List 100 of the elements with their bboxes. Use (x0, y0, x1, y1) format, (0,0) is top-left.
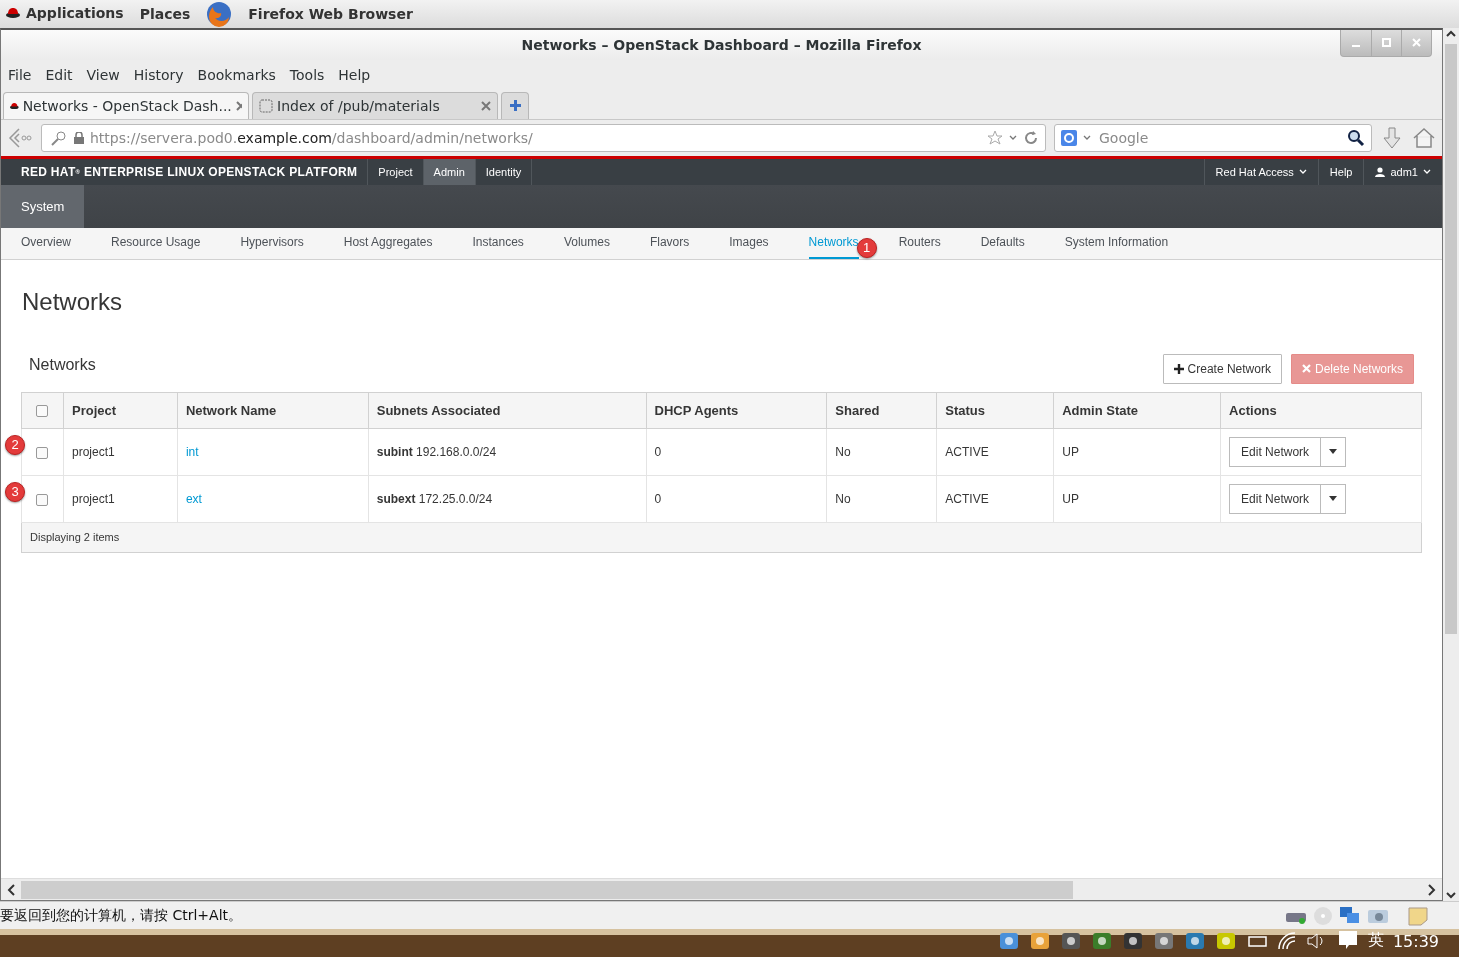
nav-tab[interactable]: Volumes (563, 227, 610, 259)
caret-icon (1423, 169, 1431, 175)
tray-app-icon[interactable] (1214, 931, 1237, 951)
status-message: 要返回到您的计算机，请按 Ctrl+Alt。 (0, 906, 243, 925)
table-cell: ACTIVE (936, 428, 1054, 476)
caret-icon (1329, 449, 1338, 455)
column-header: Project (63, 392, 178, 429)
menu-item[interactable]: Edit (45, 66, 73, 83)
column-header: DHCP Agents (646, 392, 827, 429)
maximize-icon (1382, 38, 1391, 48)
network-icon[interactable] (1339, 905, 1361, 926)
row-checkbox[interactable] (36, 446, 48, 459)
menu-item[interactable]: Bookmarks (197, 66, 276, 83)
column-header: Shared (826, 392, 937, 429)
clock[interactable]: 15:39 (1392, 932, 1439, 951)
menu-item[interactable]: Tools (289, 66, 325, 83)
menu-item[interactable]: History (133, 66, 184, 83)
table-cell: UP (1053, 428, 1221, 476)
home-icon[interactable] (1412, 125, 1436, 150)
table-cell: 0 (646, 475, 827, 523)
nav-tab[interactable]: Host Aggregates (343, 227, 433, 259)
star-icon[interactable] (987, 129, 1003, 146)
window-title: Networks – OpenStack Dashboard – Mozilla Firefox (521, 36, 922, 53)
nav-tab[interactable]: Images (729, 227, 769, 259)
dashboard-tab[interactable]: Identity (474, 158, 532, 185)
active-app-label: Firefox Web Browser (248, 5, 413, 22)
help-link[interactable]: Help (1317, 158, 1364, 185)
browser-tab[interactable]: Index of /pub/materials (252, 91, 498, 119)
tray-app-icon[interactable] (1028, 931, 1051, 951)
caret-icon (1298, 169, 1307, 175)
table-cell: project1 (63, 475, 178, 523)
user-menu[interactable]: adm1 (1363, 158, 1442, 185)
table-footer: Displaying 2 items (21, 522, 1422, 553)
browser-tab[interactable]: Networks - OpenStack Dash... (3, 91, 249, 119)
table-cell: subext 172.25.0.0/24 (368, 475, 646, 523)
user-icon (1375, 166, 1386, 177)
table-cell: No (826, 475, 937, 523)
row-checkbox[interactable] (36, 493, 48, 506)
scrollbar-thumb[interactable] (1445, 43, 1457, 634)
nav-tab[interactable]: Instances (472, 227, 524, 259)
nav-tab[interactable]: Resource Usage (111, 227, 201, 259)
nav-tab[interactable]: Defaults (980, 227, 1025, 259)
plus-icon (1173, 363, 1184, 374)
desktop-menu[interactable]: Places (139, 5, 191, 22)
dashboard-tab[interactable]: Project (367, 158, 423, 185)
nav-tab[interactable]: Hypervisors (240, 227, 304, 259)
url-text: https://servera.pod0.example.com/dashboard/admin/networks/ (90, 129, 534, 146)
nav-tab[interactable]: Flavors (649, 227, 690, 259)
table-title: Networks (29, 355, 96, 374)
tray-app-icon[interactable] (1152, 931, 1175, 951)
close-icon (1301, 364, 1311, 374)
tray-app-icon[interactable] (1090, 931, 1113, 951)
close-icon (1412, 38, 1421, 48)
table-cell: subint 192.168.0.0/24 (368, 428, 646, 476)
firefox-icon[interactable] (206, 0, 233, 27)
tray-app-icon[interactable] (1121, 931, 1144, 951)
reload-icon[interactable] (1023, 129, 1039, 146)
annotation-marker: 2 (5, 434, 25, 455)
access-menu[interactable]: Red Hat Access (1203, 158, 1318, 185)
dashboard-tab[interactable]: Admin (422, 158, 475, 185)
search-box[interactable]: Google (1054, 123, 1372, 152)
lock-icon (74, 131, 84, 144)
page-title: Networks (22, 287, 124, 316)
create-button[interactable]: Create Network (1162, 353, 1282, 384)
caret-icon (1009, 135, 1017, 141)
column-header: Actions (1220, 392, 1422, 429)
input-method-indicator[interactable]: 英 (1367, 930, 1384, 951)
scrollbar-thumb[interactable] (21, 880, 1073, 899)
menu-item[interactable]: Help (338, 66, 371, 83)
tray-app-icon[interactable] (1059, 931, 1082, 951)
table-cell: 0 (646, 428, 827, 476)
annotation-marker: 3 (5, 481, 25, 502)
caret-icon (1083, 135, 1091, 141)
search-icon[interactable] (1347, 128, 1365, 147)
column-header: Status (936, 392, 1054, 429)
column-header: Subnets Associated (368, 392, 646, 429)
menu-item[interactable]: File (8, 66, 32, 83)
table-cell: No (826, 428, 937, 476)
plus-icon (508, 99, 522, 113)
hat-logo-icon (6, 7, 20, 20)
nav-tab[interactable]: System Information (1064, 227, 1169, 259)
select-all-checkbox[interactable] (36, 405, 48, 418)
wifi-icon[interactable] (1276, 931, 1297, 951)
notification-icon[interactable] (1336, 929, 1359, 951)
tray-app-icon[interactable] (997, 931, 1020, 951)
new-tab-button[interactable] (501, 91, 529, 119)
caret-icon (1329, 496, 1338, 502)
google-icon (1061, 129, 1077, 146)
address-bar[interactable]: https://servera.pod0.example.com/dashboard/admin/networks/ (41, 123, 1046, 152)
desktop-menu[interactable]: Applications (6, 5, 124, 23)
menu-item[interactable]: View (86, 66, 120, 83)
tray-app-icon[interactable] (1183, 931, 1206, 951)
table-cell: ACTIVE (936, 475, 1054, 523)
brand-title[interactable]: RED HAT$^{®}$ ENTERPRISE LINUX OPENSTACK PLATFORM (1, 158, 368, 185)
nav-tab[interactable]: Routers (898, 227, 941, 259)
column-header: Network Name (177, 392, 369, 429)
minimize-icon (1352, 44, 1360, 47)
column-header: Admin State (1053, 392, 1221, 429)
nav-tab[interactable]: Overview (21, 227, 71, 259)
panel-group-tab[interactable]: System (1, 184, 85, 228)
